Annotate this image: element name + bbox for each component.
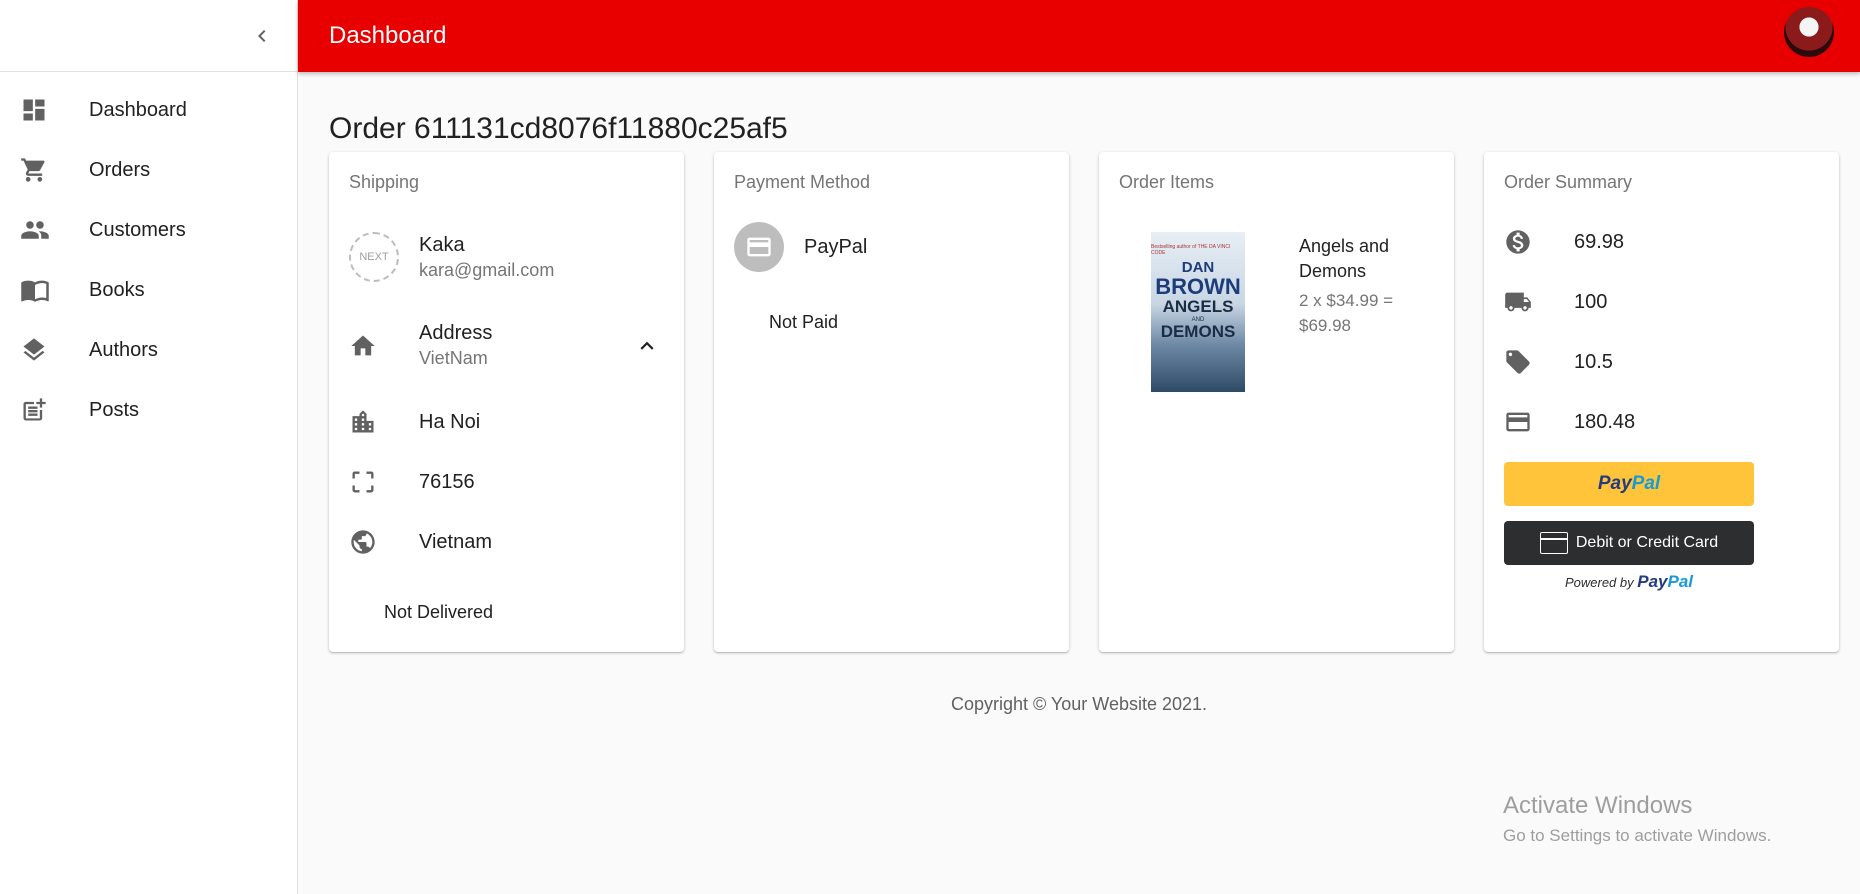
payment-method: PayPal (804, 235, 868, 258)
credit-card-icon (1506, 412, 1530, 432)
address-country: VietNam (419, 348, 488, 368)
tax-price: 10.5 (1574, 350, 1613, 373)
payment-status: Not Paid (769, 312, 839, 332)
sidebar-item-label: Customers (89, 218, 186, 241)
globe-icon (351, 530, 375, 554)
post-add-icon (23, 398, 46, 421)
customer-avatar: NEXT (349, 232, 399, 282)
cart-icon (21, 158, 45, 182)
debit-credit-card-button[interactable]: Debit or Credit Card (1504, 521, 1754, 565)
card-title: Order Items (1119, 172, 1215, 192)
powered-by-paypal: Powered by PayPal (1564, 572, 1694, 591)
sidebar-item-label: Posts (89, 398, 140, 421)
page-title: Order 611131cd8076f11880c25af5 (329, 112, 788, 145)
copyright-footer: Copyright © Your Website 2021. (950, 694, 1208, 714)
payment-card: Payment Method PayPal Not Paid (714, 152, 1069, 652)
total-price: 180.48 (1574, 410, 1636, 433)
sidebar-item-label: Dashboard (89, 98, 187, 121)
total-price-row: 180.48 (1504, 408, 1819, 436)
book-icon (21, 280, 49, 302)
truck-icon (1505, 292, 1531, 312)
postal-code-row: 76156 (349, 468, 664, 496)
home-icon (351, 335, 375, 355)
paypal-button[interactable]: Pay Pal (1504, 462, 1754, 506)
city-row: Ha Noi (349, 408, 664, 436)
sidebar-item-label: Authors (89, 338, 158, 361)
card-icon (1539, 532, 1568, 554)
shipping-price-row: 100 (1504, 288, 1819, 316)
items-price: 69.98 (1574, 230, 1625, 253)
postal-code: 76156 (419, 470, 475, 493)
city: Ha Noi (419, 410, 481, 433)
country: Vietnam (419, 530, 493, 553)
customer-row: NEXT Kaka kara@gmail.com (349, 232, 664, 282)
card-title: Payment Method (734, 172, 871, 192)
card-title: Order Summary (1504, 172, 1633, 192)
credit-card-icon (747, 237, 771, 257)
address-row[interactable]: Address VietNam (349, 322, 664, 369)
shipping-price: 100 (1574, 290, 1608, 313)
tag-icon (1506, 350, 1530, 374)
item-price: 2 x $34.99 = $69.98 (1299, 291, 1394, 335)
items-price-row: 69.98 (1504, 228, 1819, 256)
customer-name: Kaka (419, 233, 465, 256)
sidebar-item-label: Orders (89, 158, 151, 181)
location-city-icon (352, 410, 374, 433)
dashboard-icon (23, 99, 45, 121)
sidebar-item-customers[interactable]: Customers (0, 200, 297, 260)
book-cover-image: Bestselling author of THE DA VINCI CODE … (1151, 232, 1245, 392)
layers-icon (23, 338, 45, 361)
sidebar-item-dashboard[interactable]: Dashboard (0, 80, 297, 140)
sidebar-item-books[interactable]: Books (0, 260, 297, 320)
shipping-card: Shipping NEXT Kaka kara@gmail.com Addres… (329, 152, 684, 652)
payment-method-row: PayPal (734, 222, 1049, 272)
address-label: Address (419, 322, 493, 344)
item-name[interactable]: Angels and Demons (1299, 234, 1434, 284)
order-items-card: Order Items Bestselling author of THE DA… (1099, 152, 1454, 652)
chevron-left-icon (258, 30, 266, 42)
sidebar-header (0, 0, 297, 72)
order-summary-card: Order Summary 69.98 100 10.5 180.48 Pay P… (1484, 152, 1839, 652)
sidebar-item-orders[interactable]: Orders (0, 140, 297, 200)
country-row: Vietnam (349, 528, 664, 556)
customer-email: kara@gmail.com (419, 259, 555, 280)
order-item: Angels and Demons 2 x $34.99 = $69.98 (1299, 234, 1434, 338)
crop-free-icon (352, 471, 374, 493)
card-title: Shipping (349, 172, 420, 192)
card-button-label: Debit or Credit Card (1575, 534, 1719, 551)
sidebar-nav: Dashboard Orders Customers Books Authors… (0, 80, 297, 440)
payment-avatar (734, 222, 784, 272)
chevron-up-icon[interactable] (634, 333, 660, 359)
app-bar-title: Dashboard (329, 22, 447, 49)
collapse-sidebar-button[interactable] (240, 14, 284, 58)
delivery-status: Not Delivered (384, 602, 494, 622)
sidebar-item-label: Books (89, 278, 145, 301)
windows-activation-watermark: Activate Windows Go to Settings to activ… (1503, 792, 1772, 845)
people-icon (21, 221, 49, 239)
tax-price-row: 10.5 (1504, 348, 1819, 376)
sidebar: Dashboard Orders Customers Books Authors… (0, 0, 298, 894)
sidebar-item-authors[interactable]: Authors (0, 320, 297, 380)
user-avatar[interactable] (1784, 7, 1834, 57)
app-bar: Dashboard (298, 0, 1860, 72)
dollar-icon (1506, 230, 1530, 254)
sidebar-item-posts[interactable]: Posts (0, 380, 297, 440)
